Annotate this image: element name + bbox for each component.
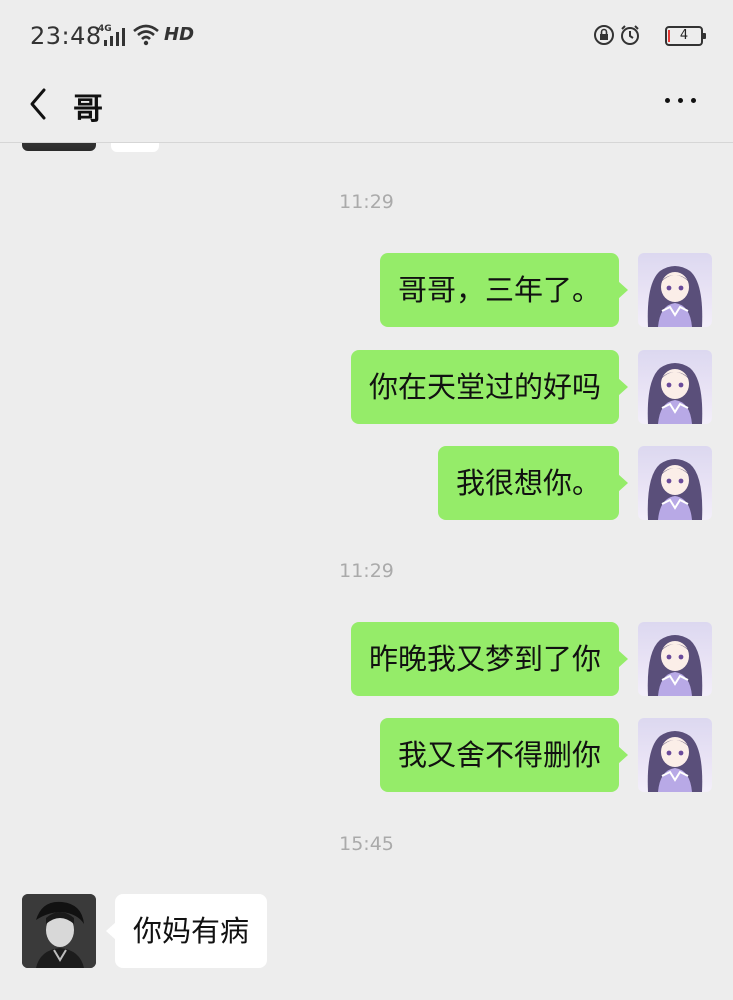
chat-header: 哥	[0, 70, 733, 143]
timestamp: 11:29	[339, 191, 394, 213]
hd-voice-label: HD	[164, 24, 195, 45]
message-bubble-sent[interactable]: 你在天堂过的好吗	[350, 350, 629, 424]
status-time: 23:48	[30, 22, 102, 50]
message-bubble-sent[interactable]: 哥哥，三年了。	[379, 253, 629, 327]
timestamp: 11:29	[339, 560, 394, 582]
avatar-contact[interactable]	[22, 894, 96, 968]
more-icon[interactable]	[663, 92, 699, 116]
message-bubble-sent[interactable]: 我又舍不得删你	[379, 718, 629, 792]
alarm-icon	[621, 25, 639, 45]
message-bubble-sent[interactable]: 我很想你。	[437, 446, 629, 520]
avatar-self[interactable]	[638, 446, 712, 520]
chat-area[interactable]: 11:29 哥哥，三年了。 你在天堂过的好吗 我很想你。 11:29 昨晚我又梦…	[0, 143, 733, 1000]
timestamp: 15:45	[339, 833, 394, 855]
avatar-self[interactable]	[638, 622, 712, 696]
avatar-self[interactable]	[638, 253, 712, 327]
chat-title: 哥	[73, 92, 103, 127]
avatar-self[interactable]	[638, 718, 712, 792]
wifi-icon	[133, 24, 159, 46]
message-bubble-received[interactable]: 你妈有病	[105, 894, 268, 968]
status-bar: 23:48 4G HD 4	[0, 0, 733, 70]
avatar-contact[interactable]	[22, 143, 96, 151]
partial-message	[111, 143, 159, 152]
battery-icon: 4	[665, 26, 706, 46]
back-chevron-icon[interactable]	[26, 84, 50, 124]
avatar-self[interactable]	[638, 350, 712, 424]
lock-rotation-icon	[594, 25, 614, 45]
message-bubble-sent[interactable]: 昨晚我又梦到了你	[350, 622, 629, 696]
